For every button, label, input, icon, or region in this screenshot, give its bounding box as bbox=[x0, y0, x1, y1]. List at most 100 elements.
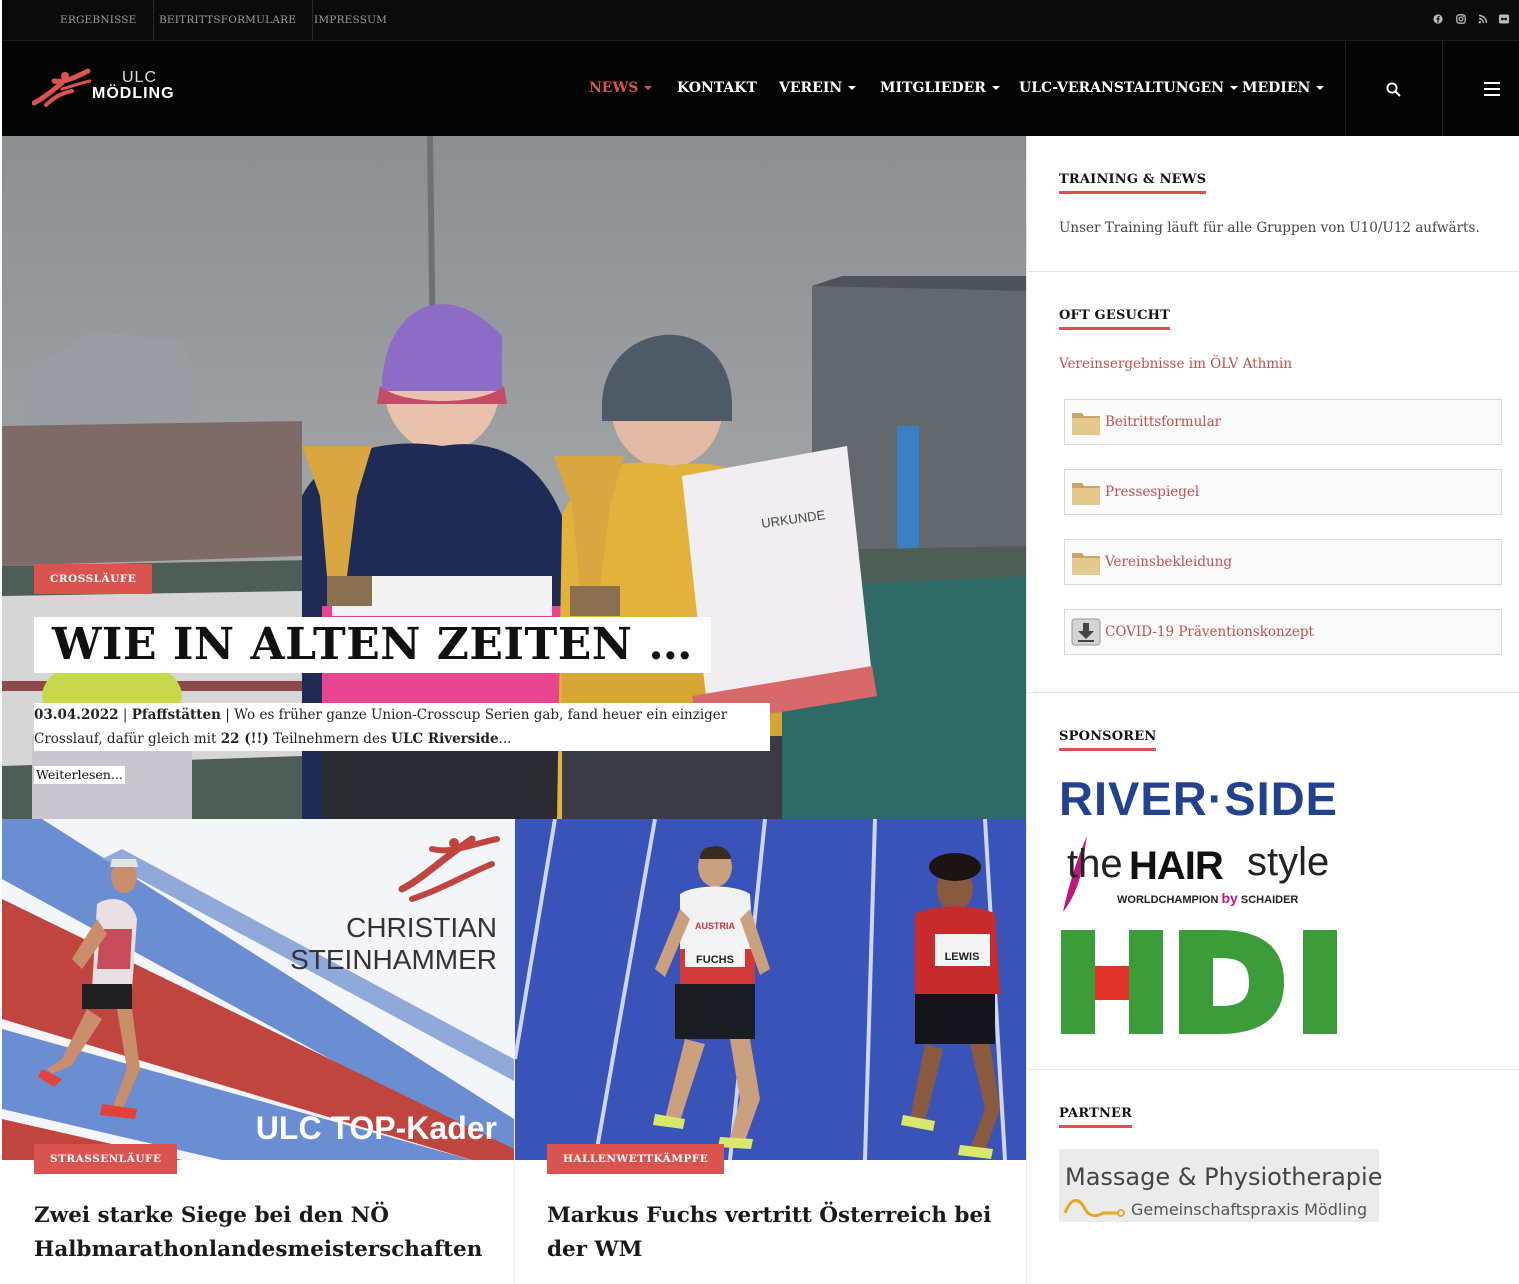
caret-down-icon bbox=[1316, 86, 1325, 90]
hdi-graphic bbox=[1061, 930, 1337, 1034]
post-card-image[interactable]: CHRISTIAN STEINHAMMER ULC TOP-Kader bbox=[2, 819, 514, 1160]
post-card-image[interactable]: FUCHS AUSTRIA LEWIS bbox=[515, 819, 1027, 1160]
hero-category-tag[interactable]: CROSSLÄUFE bbox=[34, 564, 153, 594]
partner-physiotherapie-logo[interactable]: Massage & Physiotherapie Gemeinschaftspr… bbox=[1059, 1149, 1383, 1222]
file-label: COVID-19 Präventionskonzept bbox=[1105, 624, 1314, 640]
card-category-tag[interactable]: HALLENWETTKÄMPFE bbox=[547, 1144, 725, 1174]
site-logo[interactable]: ULC MÖDLING bbox=[32, 67, 202, 111]
widget-divider bbox=[1027, 692, 1519, 693]
hairstyle-style: style bbox=[1247, 840, 1330, 884]
file-label: Beitrittsformular bbox=[1105, 414, 1222, 430]
hairstyle-schaider: SCHAIDER bbox=[1240, 894, 1299, 906]
hairstyle-by: by bbox=[1221, 890, 1238, 906]
widget-title-sponsoren: SPONSOREN bbox=[1059, 729, 1157, 751]
nav-news-label: NEWS bbox=[589, 80, 639, 96]
folder-icon bbox=[1072, 553, 1100, 575]
bib-fuchs: FUCHS bbox=[696, 954, 734, 966]
image-text-christian: CHRISTIAN bbox=[346, 912, 497, 943]
file-item-covid[interactable]: COVID-19 Präventionskonzept bbox=[1064, 609, 1502, 655]
partner-line1: Massage & Physiotherapie bbox=[1065, 1163, 1383, 1191]
caret-down-icon bbox=[848, 86, 857, 90]
bib-lewis: LEWIS bbox=[945, 951, 980, 963]
hero-separator: | bbox=[118, 707, 132, 723]
hairstyle-hair: HAIR bbox=[1129, 844, 1224, 888]
topbar-link-ergebnisse[interactable]: ERGEBNISSE bbox=[44, 0, 154, 40]
hero-separator: | bbox=[220, 707, 235, 723]
main-navbar: ULC MÖDLING NEWS KONTAKT VEREIN MITGLIED… bbox=[2, 40, 1519, 137]
logo-moedling: MÖDLING bbox=[92, 85, 175, 102]
sponsor-hdi-logo[interactable] bbox=[1059, 928, 1351, 1036]
image-text-topkader: ULC TOP-Kader bbox=[256, 1110, 497, 1146]
hero-excerpt-bold: ULC Riverside bbox=[391, 731, 499, 747]
hairstyle-sub: WORLDCHAMPION by SCHAIDER bbox=[1117, 890, 1298, 908]
hairstyle-the: the bbox=[1067, 842, 1123, 886]
nav-verein[interactable]: VEREIN bbox=[779, 41, 857, 137]
nav-news[interactable]: NEWS bbox=[589, 41, 653, 137]
partner-line2: Gemeinschaftspraxis Mödling bbox=[1131, 1200, 1368, 1219]
nav-mitglieder[interactable]: MITGLIEDER bbox=[880, 41, 1000, 137]
riverside-text: RIVER·SIDE bbox=[1059, 772, 1338, 825]
file-item-vereinsbekleidung[interactable]: Vereinsbekleidung bbox=[1064, 539, 1502, 585]
hero-excerpt: 03.04.2022 | Pfaffstätten | Wo es früher… bbox=[34, 703, 770, 751]
file-item-beitrittsformular[interactable]: Beitrittsformular bbox=[1064, 399, 1502, 445]
flickr-icon[interactable] bbox=[1499, 14, 1509, 24]
partner-wave-icon bbox=[1063, 1199, 1125, 1218]
rss-icon[interactable] bbox=[1478, 14, 1488, 24]
topbar-link-beitrittsformulare[interactable]: BEITRITTSFORMULARE bbox=[143, 0, 314, 40]
image-text-steinhammer: STEINHAMMER bbox=[290, 944, 497, 975]
search-icon bbox=[1386, 82, 1401, 97]
widget-divider bbox=[1027, 1069, 1519, 1070]
hairstyle-worldchampion: WORLDCHAMPION bbox=[1117, 894, 1219, 906]
vereinsergebnisse-link[interactable]: Vereinsergebnisse im ÖLV Athmin bbox=[1059, 354, 1292, 374]
widget-divider bbox=[1027, 271, 1519, 272]
nav-ulc-veranstaltungen[interactable]: ULC-VERANSTALTUNGEN bbox=[1019, 41, 1238, 137]
nav-mitglieder-label: MITGLIEDER bbox=[880, 80, 986, 96]
file-label: Pressespiegel bbox=[1105, 484, 1200, 500]
instagram-icon[interactable] bbox=[1456, 14, 1466, 24]
card-category-tag[interactable]: STRASSENLÄUFE bbox=[34, 1144, 178, 1174]
card-title[interactable]: Markus Fuchs vertritt Österreich bei der… bbox=[547, 1199, 1007, 1267]
featured-post[interactable]: URKUNDE CROSSLÄUFE WIE IN ALTEN ZEITEN …… bbox=[2, 136, 1026, 819]
menu-button[interactable] bbox=[1442, 41, 1519, 137]
shirt-austria: AUSTRIA bbox=[695, 921, 735, 931]
sponsor-hairstyle-logo[interactable]: the HAIR style WORLDCHAMPION by SCHAIDER bbox=[1059, 832, 1359, 916]
post-card[interactable]: FUCHS AUSTRIA LEWIS HALLENWETTKÄMPFE Mar… bbox=[514, 819, 1027, 1284]
widget-title-partner: PARTNER bbox=[1059, 1106, 1133, 1128]
folder-icon bbox=[1072, 483, 1100, 505]
nav-verein-label: VEREIN bbox=[779, 80, 843, 96]
caret-down-icon bbox=[991, 86, 1000, 90]
hero-date: 03.04.2022 bbox=[34, 707, 119, 723]
file-label: Vereinsbekleidung bbox=[1105, 554, 1232, 570]
training-text: Unser Training läuft für alle Gruppen vo… bbox=[1059, 220, 1480, 236]
facebook-icon[interactable] bbox=[1433, 14, 1443, 24]
nav-medien[interactable]: MEDIEN bbox=[1242, 41, 1325, 137]
nav-medien-label: MEDIEN bbox=[1242, 80, 1311, 96]
topbar-link-impressum[interactable]: IMPRESSUM bbox=[298, 0, 403, 40]
caret-down-icon bbox=[644, 86, 653, 90]
read-more-link[interactable]: Weiterlesen... bbox=[34, 766, 125, 784]
post-card[interactable]: CHRISTIAN STEINHAMMER ULC TOP-Kader STRA… bbox=[2, 819, 514, 1284]
folder-icon bbox=[1072, 413, 1100, 435]
hero-excerpt-text: Teilnehmern des bbox=[268, 731, 392, 747]
hero-excerpt-ellipsis: ... bbox=[498, 731, 512, 747]
hero-excerpt-bold: 22 (!!) bbox=[220, 731, 269, 747]
top-bar: ERGEBNISSE BEITRITTSFORMULARE IMPRESSUM bbox=[0, 0, 1519, 40]
hero-title[interactable]: WIE IN ALTEN ZEITEN … bbox=[34, 617, 711, 673]
sidebar: TRAINING & NEWS Unser Training läuft für… bbox=[1026, 136, 1519, 1284]
steinhammer-graphic: CHRISTIAN STEINHAMMER ULC TOP-Kader bbox=[2, 819, 514, 1160]
hamburger-icon bbox=[1484, 82, 1500, 96]
search-button[interactable] bbox=[1345, 41, 1442, 137]
widget-title-oft-gesucht: OFT GESUCHT bbox=[1059, 308, 1170, 330]
file-item-pressespiegel[interactable]: Pressespiegel bbox=[1064, 469, 1502, 515]
track-photo: FUCHS AUSTRIA LEWIS bbox=[515, 819, 1027, 1160]
logo-ulc: ULC bbox=[122, 69, 158, 86]
card-title[interactable]: Zwei starke Siege bei den NÖ Halbmaratho… bbox=[34, 1199, 494, 1267]
download-icon bbox=[1071, 618, 1101, 646]
sponsor-riverside-logo[interactable]: RIVER·SIDE bbox=[1059, 772, 1359, 826]
nav-veranstaltungen-label: ULC-VERANSTALTUNGEN bbox=[1019, 80, 1224, 96]
nav-kontakt[interactable]: KONTAKT bbox=[677, 41, 757, 137]
widget-title-training: TRAINING & NEWS bbox=[1059, 172, 1207, 194]
hero-location: Pfaffstätten bbox=[131, 707, 221, 723]
nav-kontakt-label: KONTAKT bbox=[677, 80, 757, 96]
caret-down-icon bbox=[1230, 86, 1238, 90]
